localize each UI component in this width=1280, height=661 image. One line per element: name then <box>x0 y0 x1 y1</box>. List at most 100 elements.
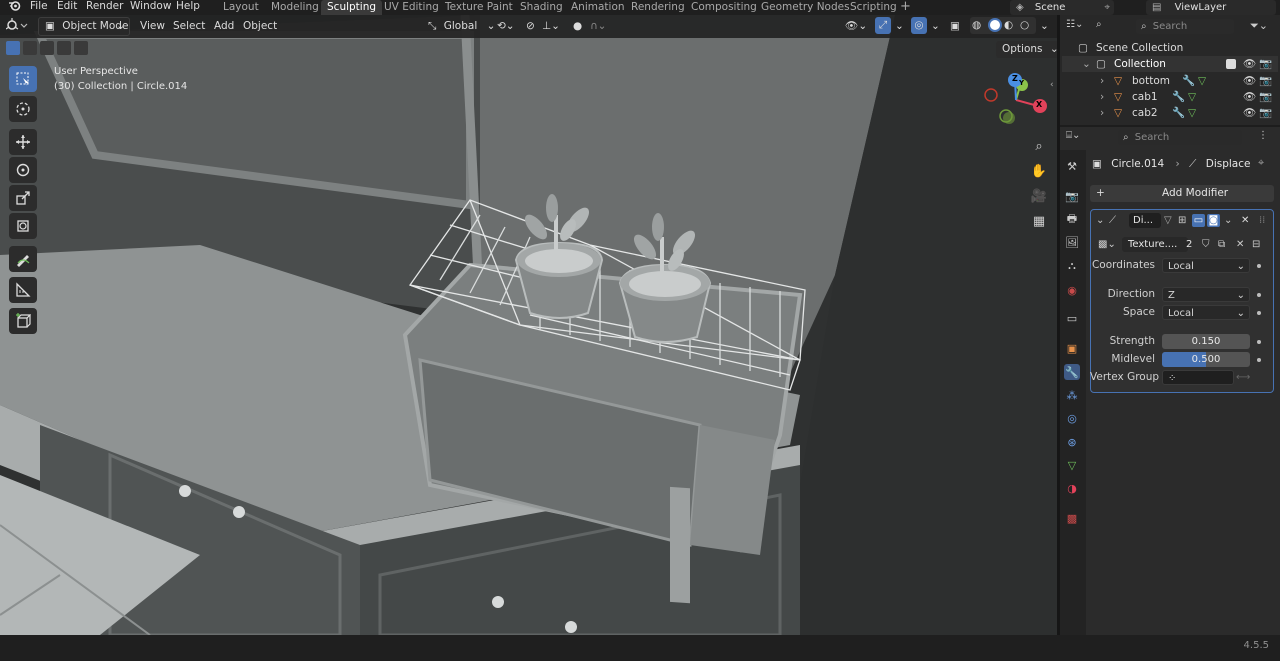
chevron-down-icon[interactable]: ⌄ <box>1040 18 1049 35</box>
keyframe-dot-icon[interactable] <box>1257 358 1261 362</box>
cursor-icon[interactable] <box>9 96 37 122</box>
eye-icon[interactable]: 👁 <box>1243 73 1256 89</box>
tab-rendering[interactable]: Rendering <box>631 0 685 15</box>
close-icon[interactable]: ✕ <box>1241 213 1249 229</box>
snap-target-icon[interactable]: ⊥⌄ <box>542 18 560 35</box>
select-extend-icon[interactable] <box>23 41 37 55</box>
camera-render-icon[interactable]: 📷 <box>1259 105 1272 121</box>
overlays-toggle-icon[interactable]: ◎ <box>911 17 927 34</box>
annotate-icon[interactable] <box>9 246 37 272</box>
collection-tab-icon[interactable]: ▭ <box>1064 310 1080 326</box>
keyframe-dot-icon[interactable] <box>1257 264 1261 268</box>
menu-select[interactable]: Select <box>173 18 205 35</box>
invert-vertex-group-icon[interactable]: ⟷ <box>1236 370 1250 385</box>
eye-icon[interactable]: 👁 <box>1243 56 1256 72</box>
add-modifier-button[interactable]: + Add Modifier <box>1090 185 1274 202</box>
keyframe-dot-icon[interactable] <box>1257 311 1261 315</box>
add-cube-icon[interactable] <box>9 308 37 334</box>
outliner-editor-type-icon[interactable]: ☷⌄ <box>1066 19 1083 30</box>
outliner-object-row[interactable]: › ▽ cab2 🔧 ▽ 👁 📷 <box>1062 105 1278 121</box>
strength-field[interactable]: 0.150 <box>1162 334 1250 349</box>
measure-icon[interactable] <box>9 277 37 303</box>
keyframe-dot-icon[interactable] <box>1257 340 1261 344</box>
mesh-data-icon[interactable]: ▽ <box>1198 73 1206 89</box>
ortho-grid-icon[interactable]: ▦ <box>1027 209 1051 233</box>
tab-modeling[interactable]: Modeling <box>271 0 319 15</box>
select-invert-icon[interactable] <box>57 41 71 55</box>
material-tab-icon[interactable]: ◑ <box>1064 480 1080 496</box>
render-toggle-icon[interactable]: ◙ <box>1207 214 1220 227</box>
select-subtract-icon[interactable] <box>40 41 54 55</box>
scale-icon[interactable] <box>9 185 37 211</box>
move-icon[interactable] <box>9 129 37 155</box>
tab-layout[interactable]: Layout <box>223 0 259 15</box>
select-new-icon[interactable] <box>6 41 20 55</box>
properties-editor-type-icon[interactable]: ⌸⌄ <box>1066 130 1080 141</box>
transform-orientation-dropdown[interactable]: ⤡ Global ⌄ <box>428 18 495 35</box>
zoom-icon[interactable]: ⌕ <box>1027 134 1051 158</box>
navigation-gizmo[interactable]: X Y Z <box>980 70 1052 132</box>
wireframe-shading-icon[interactable]: ◍ <box>972 17 981 34</box>
chevron-down-icon[interactable]: ⌄ <box>1224 213 1232 229</box>
mesh-data-icon[interactable]: ▽ <box>1188 89 1196 105</box>
options-icon[interactable]: ⋮ <box>1258 130 1268 141</box>
menu-view[interactable]: View <box>140 18 165 35</box>
menu-help[interactable]: Help <box>176 0 200 15</box>
scene-tab-icon[interactable]: ⛬ <box>1064 258 1080 274</box>
visibility-icon[interactable]: 👁⌄ <box>845 18 867 35</box>
texture-users-count[interactable]: 2 <box>1186 237 1192 253</box>
menu-file[interactable]: File <box>30 0 48 15</box>
chevron-down-icon[interactable]: ⌄ <box>895 18 904 35</box>
tab-scripting[interactable]: Scripting <box>850 0 897 15</box>
texture-name-field[interactable]: Texture.... <box>1122 237 1188 252</box>
menu-render[interactable]: Render <box>86 0 123 15</box>
outliner-object-row[interactable]: › ▽ bottom 🔧 ▽ 👁 📷 <box>1062 73 1278 89</box>
cage-toggle-icon[interactable]: ⊞ <box>1178 213 1186 229</box>
texture-tab-icon[interactable]: ▩ <box>1064 510 1080 526</box>
texture-browse-icon[interactable]: ▩⌄ <box>1098 237 1116 253</box>
midlevel-slider[interactable]: 0.500 <box>1162 352 1250 367</box>
chevron-right-icon[interactable]: › <box>1100 73 1104 89</box>
snap-icon[interactable]: ⊘ <box>526 18 535 35</box>
keyframe-dot-icon[interactable] <box>1257 293 1261 297</box>
filter-funnel-icon[interactable]: ⏷⌄ <box>1250 19 1268 33</box>
sidebar-toggle-icon[interactable]: ‹ <box>1050 80 1054 90</box>
chevron-right-icon[interactable]: › <box>1100 89 1104 105</box>
modifier-tab-icon[interactable]: 🔧 <box>1064 364 1080 380</box>
space-dropdown[interactable]: Local ⌄ <box>1162 305 1250 320</box>
pan-hand-icon[interactable]: ✋ <box>1027 159 1051 183</box>
eye-icon[interactable]: 👁 <box>1243 89 1256 105</box>
physics-tab-icon[interactable]: ◎ <box>1064 410 1080 426</box>
particles-tab-icon[interactable]: ⁂ <box>1064 387 1080 403</box>
options-dropdown[interactable]: Options ⌄ <box>996 41 1065 58</box>
tab-compositing[interactable]: Compositing <box>691 0 757 15</box>
modifier-name-field[interactable]: Di... <box>1129 213 1161 228</box>
scene-selector[interactable]: ◈ Scene ⌖ <box>1010 0 1114 15</box>
output-tab-icon[interactable]: 🖶 <box>1064 211 1080 227</box>
texture-settings-icon[interactable]: ⊟ <box>1252 237 1260 253</box>
tab-texture-paint[interactable]: Texture Paint <box>445 0 513 15</box>
menu-add[interactable]: Add <box>214 18 234 35</box>
pivot-point-icon[interactable]: ⟲⌄ <box>497 18 515 35</box>
vertex-group-field[interactable]: ⁘ <box>1162 370 1234 385</box>
fake-user-shield-icon[interactable]: ⛉ <box>1202 237 1210 253</box>
data-tab-icon[interactable]: ▽ <box>1064 457 1080 473</box>
menu-object[interactable]: Object <box>243 18 277 35</box>
world-tab-icon[interactable]: ◉ <box>1064 282 1080 298</box>
gizmo-toggle-icon[interactable]: ⤢ <box>875 17 891 34</box>
close-icon[interactable]: ✕ <box>1236 237 1244 253</box>
chevron-down-icon[interactable]: ⌄ <box>1082 56 1091 72</box>
camera-render-icon[interactable]: 📷 <box>1259 73 1272 89</box>
select-box-icon[interactable] <box>9 66 37 92</box>
modifier-wrench-icon[interactable]: 🔧 <box>1182 73 1195 89</box>
direction-dropdown[interactable]: Z ⌄ <box>1162 287 1250 302</box>
pin-icon[interactable]: ⌖ <box>1104 0 1110 15</box>
transform-icon[interactable] <box>9 213 37 239</box>
xray-toggle-icon[interactable]: ▣ <box>950 18 960 35</box>
mode-dropdown[interactable]: ▣ Object Mode ⌄ <box>38 17 130 36</box>
coordinates-dropdown[interactable]: Local ⌄ <box>1162 258 1250 273</box>
menu-edit[interactable]: Edit <box>57 0 77 15</box>
outliner-search-input[interactable]: ⌕ Search <box>1136 19 1234 34</box>
blender-logo-icon[interactable] <box>8 0 21 15</box>
render-tab-icon[interactable]: 📷 <box>1064 188 1080 204</box>
